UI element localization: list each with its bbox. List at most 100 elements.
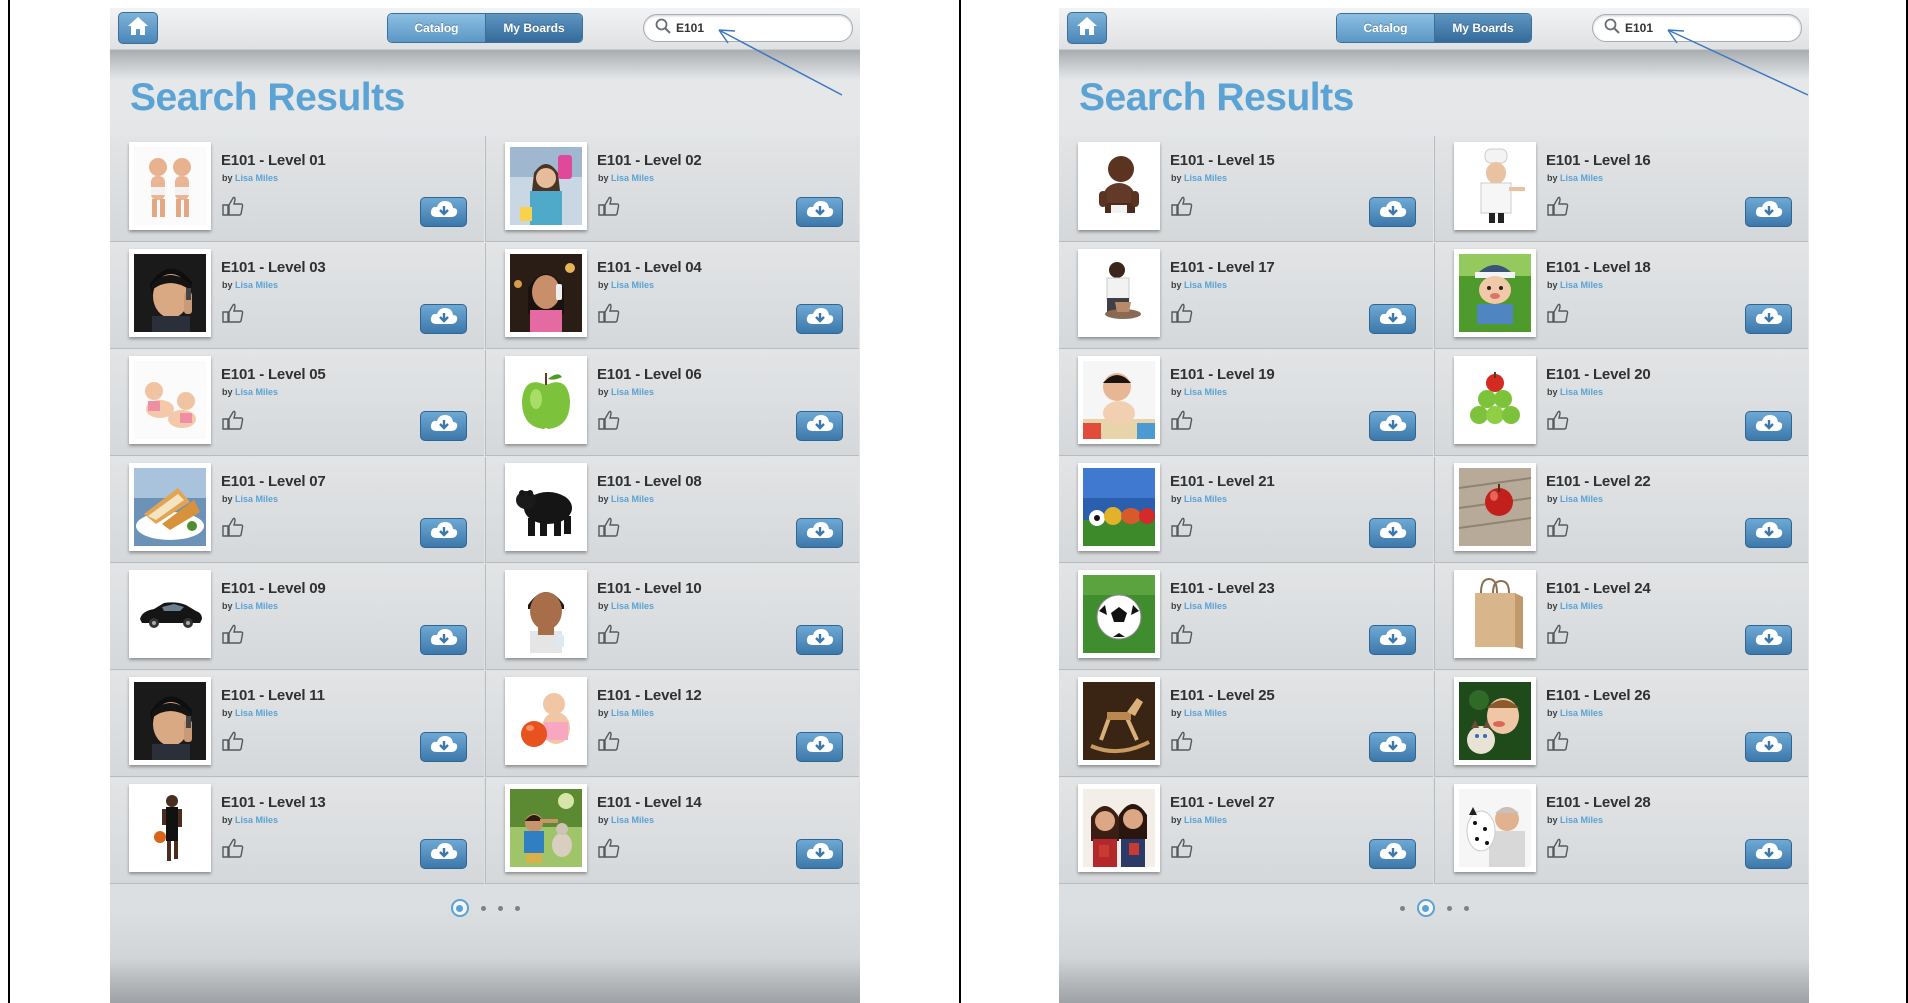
result-title[interactable]: E101 - Level 25 [1170,687,1275,704]
thumbs-up-icon[interactable] [1170,516,1194,538]
download-button[interactable] [420,197,467,227]
result-title[interactable]: E101 - Level 27 [1170,794,1275,811]
author-link[interactable]: Lisa Miles [1184,815,1227,825]
download-button[interactable] [796,518,843,548]
thumbs-up-icon[interactable] [221,409,245,431]
download-button[interactable] [1745,518,1792,548]
author-link[interactable]: Lisa Miles [1184,601,1227,611]
thumbs-up-icon[interactable] [597,730,621,752]
thumbs-up-icon[interactable] [597,623,621,645]
author-link[interactable]: Lisa Miles [1560,173,1603,183]
download-button[interactable] [796,197,843,227]
download-button[interactable] [1369,197,1416,227]
tab-catalog[interactable]: Catalog [1337,14,1435,42]
result-thumbnail[interactable] [129,356,211,444]
result-card[interactable]: E101 - Level 22 by Lisa Miles [1434,457,1808,563]
author-link[interactable]: Lisa Miles [1184,494,1227,504]
author-link[interactable]: Lisa Miles [1560,708,1603,718]
thumbs-up-icon[interactable] [221,516,245,538]
download-button[interactable] [1745,732,1792,762]
download-button[interactable] [1745,411,1792,441]
result-thumbnail[interactable] [1078,463,1160,551]
thumbs-up-icon[interactable] [597,409,621,431]
result-thumbnail[interactable] [505,356,587,444]
result-thumbnail[interactable] [505,784,587,872]
author-link[interactable]: Lisa Miles [611,280,654,290]
result-card[interactable]: E101 - Level 20 by Lisa Miles [1434,350,1808,456]
result-card[interactable]: E101 - Level 21 by Lisa Miles [1059,457,1433,563]
result-thumbnail[interactable] [1454,142,1536,230]
download-button[interactable] [420,411,467,441]
result-title[interactable]: E101 - Level 11 [221,687,325,704]
result-thumbnail[interactable] [129,677,211,765]
result-thumbnail[interactable] [1078,570,1160,658]
result-thumbnail[interactable] [1454,249,1536,337]
result-card[interactable]: E101 - Level 27 by Lisa Miles [1059,778,1433,884]
thumbs-up-icon[interactable] [1546,623,1570,645]
result-card[interactable]: E101 - Level 24 by Lisa Miles [1434,564,1808,670]
page-dot[interactable] [1463,905,1469,911]
thumbs-up-icon[interactable] [1546,837,1570,859]
result-card[interactable]: E101 - Level 14 by Lisa Miles [485,778,859,884]
result-thumbnail[interactable] [505,142,587,230]
download-button[interactable] [1369,625,1416,655]
download-button[interactable] [420,518,467,548]
result-title[interactable]: E101 - Level 04 [597,259,702,276]
download-button[interactable] [796,411,843,441]
download-button[interactable] [420,304,467,334]
result-card[interactable]: E101 - Level 09 by Lisa Miles [110,564,484,670]
page-dot-active[interactable] [1416,899,1435,917]
result-thumbnail[interactable] [1078,356,1160,444]
author-link[interactable]: Lisa Miles [1184,280,1227,290]
download-button[interactable] [796,304,843,334]
page-dot[interactable] [1399,905,1405,911]
result-thumbnail[interactable] [1454,356,1536,444]
thumbs-up-icon[interactable] [597,302,621,324]
author-link[interactable]: Lisa Miles [611,387,654,397]
result-title[interactable]: E101 - Level 19 [1170,366,1275,383]
result-title[interactable]: E101 - Level 02 [597,152,702,169]
result-card[interactable]: E101 - Level 06 by Lisa Miles [485,350,859,456]
result-thumbnail[interactable] [129,463,211,551]
result-card[interactable]: E101 - Level 17 by Lisa Miles [1059,243,1433,349]
result-thumbnail[interactable] [1454,784,1536,872]
result-title[interactable]: E101 - Level 06 [597,366,702,383]
result-thumbnail[interactable] [129,570,211,658]
result-thumbnail[interactable] [129,249,211,337]
thumbs-up-icon[interactable] [1170,623,1194,645]
result-title[interactable]: E101 - Level 24 [1546,580,1651,597]
search-input[interactable] [676,21,836,35]
thumbs-up-icon[interactable] [1170,730,1194,752]
result-title[interactable]: E101 - Level 16 [1546,152,1651,169]
thumbs-up-icon[interactable] [221,730,245,752]
result-title[interactable]: E101 - Level 01 [221,152,326,169]
result-card[interactable]: E101 - Level 13 by Lisa Miles [110,778,484,884]
result-thumbnail[interactable] [1454,570,1536,658]
result-card[interactable]: E101 - Level 04 by Lisa Miles [485,243,859,349]
author-link[interactable]: Lisa Miles [611,708,654,718]
download-button[interactable] [796,625,843,655]
result-card[interactable]: E101 - Level 16 by Lisa Miles [1434,136,1808,242]
download-button[interactable] [1745,304,1792,334]
result-card[interactable]: E101 - Level 03 by Lisa Miles [110,243,484,349]
download-button[interactable] [796,732,843,762]
result-card[interactable]: E101 - Level 12 by Lisa Miles [485,671,859,777]
result-title[interactable]: E101 - Level 26 [1546,687,1651,704]
result-thumbnail[interactable] [1078,677,1160,765]
result-title[interactable]: E101 - Level 10 [597,580,702,597]
page-dot[interactable] [497,905,503,911]
thumbs-up-icon[interactable] [221,837,245,859]
author-link[interactable]: Lisa Miles [235,494,278,504]
download-button[interactable] [1745,197,1792,227]
author-link[interactable]: Lisa Miles [1560,601,1603,611]
author-link[interactable]: Lisa Miles [1560,494,1603,504]
page-dot[interactable] [1446,905,1452,911]
result-thumbnail[interactable] [505,249,587,337]
result-thumbnail[interactable] [505,677,587,765]
result-card[interactable]: E101 - Level 11 by Lisa Miles [110,671,484,777]
result-card[interactable]: E101 - Level 02 by Lisa Miles [485,136,859,242]
search-box[interactable] [1592,14,1802,42]
result-thumbnail[interactable] [1078,249,1160,337]
result-title[interactable]: E101 - Level 15 [1170,152,1275,169]
download-button[interactable] [1745,839,1792,869]
